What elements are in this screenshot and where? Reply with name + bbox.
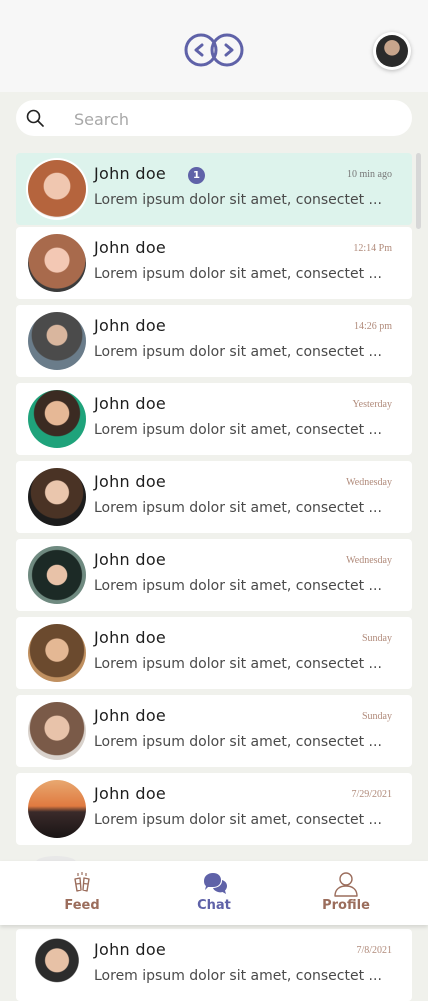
contact-name: John doe xyxy=(94,628,167,647)
search-icon xyxy=(26,109,44,127)
message-timestamp: Wednesday xyxy=(346,555,392,566)
contact-avatar xyxy=(28,390,86,448)
contact-avatar xyxy=(28,546,86,604)
chat-bubbles-icon xyxy=(204,873,227,894)
message-timestamp: 12:14 Pm xyxy=(353,243,392,254)
chat-list-item[interactable]: John doe 12:14 Pm Lorem ipsum dolor sit am… xyxy=(16,227,412,299)
message-timestamp: 7/29/2021 xyxy=(351,789,392,800)
user-icon xyxy=(334,872,358,897)
search-input[interactable] xyxy=(72,100,396,138)
contact-name: John doe xyxy=(94,784,167,803)
contact-name: John doe xyxy=(94,706,167,725)
contact-name: John doe xyxy=(94,164,167,183)
contact-name: John doe xyxy=(94,238,167,257)
message-preview: Lorem ipsum dolor sit amet, consectet ..… xyxy=(94,734,382,750)
contact-avatar xyxy=(28,312,86,370)
chat-list-item[interactable]: John doe Wednesday Lorem ipsum dolor sit a… xyxy=(16,461,412,533)
message-timestamp: Sunday xyxy=(362,711,392,722)
chat-list-item[interactable]: John doe Sunday Lorem ipsum dolor sit amet… xyxy=(16,695,412,767)
nav-chat-label: Chat xyxy=(197,898,231,913)
search-bar[interactable] xyxy=(16,100,412,138)
message-preview: Lorem ipsum dolor sit amet, consectet ..… xyxy=(94,500,382,516)
nav-profile-label: Profile xyxy=(322,898,370,913)
contact-name: John doe xyxy=(94,316,167,335)
chat-list-item[interactable]: John doe 1 10 min ago Lorem ipsum dolor sit… xyxy=(16,153,412,225)
chat-list-scrollbar[interactable] xyxy=(416,153,421,229)
message-preview: Lorem ipsum dolor sit amet, consectet ..… xyxy=(94,968,382,984)
message-timestamp: Sunday xyxy=(362,633,392,644)
profile-avatar-button[interactable] xyxy=(373,32,411,70)
cheers-glasses-icon xyxy=(74,872,90,892)
message-preview: Lorem ipsum dolor sit amet, consectet ..… xyxy=(94,578,382,594)
message-timestamp: 14:26 pm xyxy=(353,321,392,332)
message-timestamp: 7/8/2021 xyxy=(356,945,392,956)
contact-name: John doe xyxy=(94,550,167,569)
chat-list-item[interactable]: John doe Yesterday Lorem ipsum dolor sit a… xyxy=(16,383,412,455)
contact-avatar xyxy=(28,160,86,218)
message-preview: Lorem ipsum dolor sit amet, consectet ..… xyxy=(94,192,382,208)
chat-list-item[interactable]: John doe Wednesday Lorem ipsum dolor sit a… xyxy=(16,539,412,611)
app-header xyxy=(0,0,428,92)
nav-profile[interactable]: Profile xyxy=(286,861,406,925)
message-timestamp: Yesterday xyxy=(352,399,392,410)
contact-avatar xyxy=(28,702,86,760)
contact-name: John doe xyxy=(94,472,167,491)
nav-feed-label: Feed xyxy=(64,898,100,913)
nav-chat[interactable]: Chat xyxy=(154,861,274,925)
chat-list-item[interactable]: John doe 7/8/2021 Lorem ipsum dolor sit am… xyxy=(16,929,412,1001)
contact-avatar xyxy=(28,468,86,526)
message-preview: Lorem ipsum dolor sit amet, consectet ..… xyxy=(94,656,382,672)
nav-feed[interactable]: Feed xyxy=(22,861,142,925)
contact-avatar xyxy=(28,624,86,682)
message-preview: Lorem ipsum dolor sit amet, consectet ..… xyxy=(94,344,382,360)
linked-rings-logo-icon xyxy=(184,33,244,67)
message-preview: Lorem ipsum dolor sit amet, consectet ..… xyxy=(94,422,382,438)
contact-avatar xyxy=(28,936,86,994)
chat-list-item[interactable]: John doe 14:26 pm Lorem ipsum dolor sit am… xyxy=(16,305,412,377)
message-preview: Lorem ipsum dolor sit amet, consectet ..… xyxy=(94,266,382,282)
profile-avatar-image xyxy=(376,35,408,67)
message-timestamp: 10 min ago xyxy=(347,169,392,180)
message-timestamp: Wednesday xyxy=(346,477,392,488)
chat-list-item[interactable]: John doe Sunday Lorem ipsum dolor sit amet… xyxy=(16,617,412,689)
contact-avatar xyxy=(28,234,86,292)
contact-name: John doe xyxy=(94,394,167,413)
message-preview: Lorem ipsum dolor sit amet, consectet ..… xyxy=(94,812,382,828)
chat-list-item[interactable]: John doe 7/29/2021 Lorem ipsum dolor sit a… xyxy=(16,773,412,845)
unread-count-badge: 1 xyxy=(188,167,205,184)
contact-avatar xyxy=(28,780,86,838)
contact-name: John doe xyxy=(94,940,167,959)
bottom-navigation: Feed Chat Profile xyxy=(0,861,428,925)
